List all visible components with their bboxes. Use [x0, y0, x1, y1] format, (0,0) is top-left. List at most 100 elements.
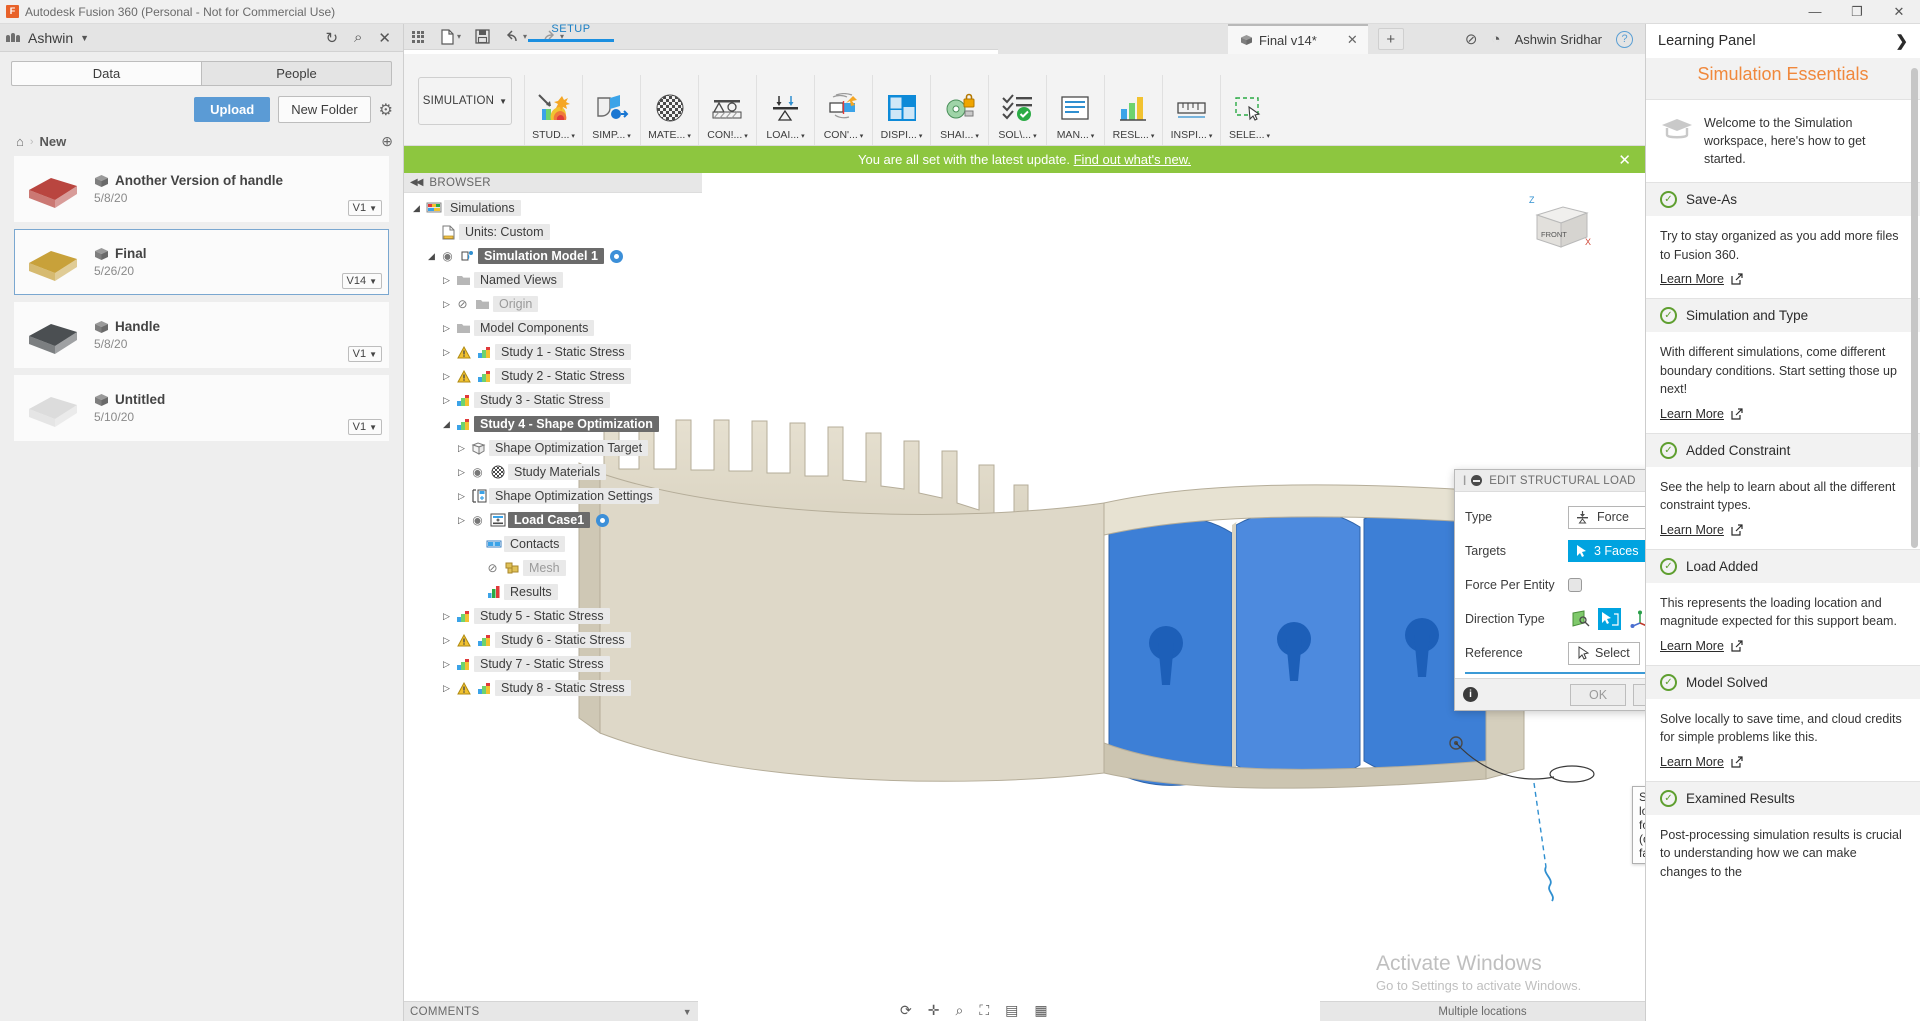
display-settings-icon[interactable]: ▤ [1005, 1002, 1018, 1019]
orbit-icon[interactable]: ⟳ [900, 1002, 912, 1019]
app-grid-icon[interactable] [412, 30, 424, 43]
undo-icon[interactable] [504, 29, 520, 44]
pan-icon[interactable]: ✛ [928, 1002, 940, 1019]
grid-settings-icon[interactable]: ▦ [1034, 1002, 1047, 1019]
collapse-arrow-icon[interactable]: ▷ [455, 467, 468, 478]
tree-item-study-2---static-stress[interactable]: ▷ Study 2 - Static Stress [404, 364, 702, 388]
close-tab-icon[interactable]: ✕ [1347, 32, 1358, 48]
list-item[interactable]: Handle 5/8/20 V1 ▼ [14, 302, 389, 368]
visibility-icon[interactable]: ◉ [468, 513, 487, 527]
chevron-down-icon[interactable]: ▼ [80, 33, 89, 43]
refresh-icon[interactable]: ↻ [325, 29, 338, 47]
collapse-arrow-icon[interactable]: ▷ [455, 515, 468, 526]
workspace-switcher[interactable]: SIMULATION ▼ [418, 77, 512, 125]
ok-button[interactable]: OK [1570, 683, 1627, 706]
visibility-icon[interactable]: ◉ [468, 465, 487, 479]
tree-item-study-3---static-stress[interactable]: ▷ Study 3 - Static Stress [404, 388, 702, 412]
fit-icon[interactable]: ⛶ [979, 1002, 989, 1019]
tree-item-load-case1[interactable]: ▷ ◉ Load Case1 [404, 508, 702, 532]
learn-more-link[interactable]: Learn More [1660, 639, 1743, 653]
history-icon[interactable]: ◔ [1492, 31, 1501, 48]
ribbon-item-loai[interactable]: LOAI... ▾ [756, 75, 814, 145]
ribbon-item-sele[interactable]: SELE... ▾ [1220, 75, 1278, 145]
tree-item-units--custom[interactable]: Units: Custom [404, 220, 702, 244]
visibility-icon[interactable]: ◉ [438, 249, 457, 263]
gear-icon[interactable]: ⚙ [379, 100, 393, 120]
tree-item-origin[interactable]: ▷ ⊘ Origin [404, 292, 702, 316]
close-panel-icon[interactable]: ✕ [378, 29, 391, 47]
maximize-button[interactable]: ❐ [1836, 0, 1878, 24]
expand-arrow-icon[interactable]: ◢ [425, 251, 438, 262]
visibility-off-icon[interactable]: ⊘ [453, 297, 472, 311]
info-icon[interactable]: i [1463, 687, 1478, 702]
learning-section-header-simulation-and-type[interactable]: ✓ Simulation and Type [1646, 298, 1920, 333]
learning-panel-scrollbar[interactable] [1911, 68, 1918, 548]
expand-arrow-icon[interactable]: ◢ [410, 203, 423, 214]
version-badge[interactable]: V1 ▼ [347, 200, 382, 216]
tree-item-model-components[interactable]: ▷ Model Components [404, 316, 702, 340]
learning-section-header-added-constraint[interactable]: ✓ Added Constraint [1646, 432, 1920, 467]
help-icon[interactable]: ? [1616, 30, 1633, 48]
expand-arrow-icon[interactable]: ◢ [440, 419, 453, 430]
close-window-button[interactable]: ✕ [1878, 0, 1920, 24]
zoom-icon[interactable]: ⌕ [955, 1002, 963, 1019]
tree-item-study-8---static-stress[interactable]: ▷ Study 8 - Static Stress [404, 676, 702, 700]
tree-item-study-5---static-stress[interactable]: ▷ Study 5 - Static Stress [404, 604, 702, 628]
learn-more-link[interactable]: Learn More [1660, 407, 1743, 421]
learn-more-link[interactable]: Learn More [1660, 755, 1743, 769]
new-file-caret-icon[interactable]: ▾ [457, 32, 461, 41]
collapse-arrow-icon[interactable]: ▷ [440, 611, 453, 622]
ribbon-item-man[interactable]: MAN... ▾ [1046, 75, 1104, 145]
drag-grip-icon[interactable]: || [1463, 475, 1467, 486]
learning-section-header-load-added[interactable]: ✓ Load Added [1646, 548, 1920, 583]
tree-item-results[interactable]: Results [404, 580, 702, 604]
new-folder-button[interactable]: New Folder [278, 96, 371, 123]
document-tab-final[interactable]: Final v14* ✕ [1228, 24, 1368, 54]
ribbon-item-mate[interactable]: MATE... ▾ [640, 75, 698, 145]
collapse-arrow-icon[interactable]: ▷ [440, 683, 453, 694]
ribbon-item-con[interactable]: CON!... ▾ [698, 75, 756, 145]
tree-item-study-6---static-stress[interactable]: ▷ Study 6 - Static Stress [404, 628, 702, 652]
direction-normal-button[interactable] [1568, 608, 1591, 630]
ribbon-item-con[interactable]: CON'... ▾ [814, 75, 872, 145]
ribbon-item-resl[interactable]: RESL... ▾ [1104, 75, 1162, 145]
collapse-arrow-icon[interactable]: ▷ [440, 275, 453, 286]
comments-caret-icon[interactable]: ▼ [683, 1007, 692, 1017]
upload-button[interactable]: Upload [194, 97, 271, 122]
tree-item-contacts[interactable]: Contacts [404, 532, 702, 556]
direction-angle-button[interactable] [1598, 608, 1621, 630]
collapse-arrow-icon[interactable]: ▷ [440, 347, 453, 358]
tree-item-study-7---static-stress[interactable]: ▷ Study 7 - Static Stress [404, 652, 702, 676]
tree-item-shape-optimization-settings[interactable]: ▷ Shape Optimization Settings [404, 484, 702, 508]
version-badge[interactable]: V14 ▼ [341, 273, 382, 289]
minimize-button[interactable]: — [1794, 0, 1836, 24]
tree-item-study-1---static-stress[interactable]: ▷ Study 1 - Static Stress [404, 340, 702, 364]
version-badge[interactable]: V1 ▼ [347, 419, 382, 435]
targets-chip[interactable]: 3 Faces [1568, 540, 1653, 562]
new-file-icon[interactable] [440, 28, 454, 45]
tree-item-study-4---shape-optimization[interactable]: ◢ Study 4 - Shape Optimization [404, 412, 702, 436]
collapse-dialog-icon[interactable] [1471, 475, 1483, 486]
home-icon[interactable]: ⌂ [16, 134, 24, 149]
tree-item-study-materials[interactable]: ▷ ◉ Study Materials [404, 460, 702, 484]
collapse-arrow-icon[interactable]: ▷ [455, 443, 468, 454]
tab-people[interactable]: People [202, 61, 392, 86]
collapse-learning-panel-icon[interactable]: ❯ [1895, 32, 1908, 50]
reference-select-button[interactable]: Select [1568, 641, 1640, 665]
comments-bar[interactable]: COMMENTS ▼ [404, 1001, 698, 1021]
account-name[interactable]: Ashwin Sridhar [1515, 32, 1602, 47]
new-tab-button[interactable]: + [1377, 28, 1404, 50]
list-item[interactable]: Untitled 5/10/20 V1 ▼ [14, 375, 389, 441]
learning-section-header-save-as[interactable]: ✓ Save-As [1646, 182, 1920, 217]
ribbon-item-sol[interactable]: SOL\... ▾ [988, 75, 1046, 145]
ribbon-item-shai[interactable]: SHAI... ▾ [930, 75, 988, 145]
search-icon[interactable]: ⌕ [354, 29, 362, 47]
ribbon-item-stud[interactable]: STUD... ▾ [524, 75, 582, 145]
banner-link[interactable]: Find out what's new. [1074, 152, 1191, 167]
cad-canvas[interactable]: Z X FRONT ◀◀ BROWSER ◢ Simulations Units: … [404, 173, 1920, 1021]
ribbon-tab-setup[interactable]: SETUP [524, 23, 618, 35]
tree-item-shape-optimization-target[interactable]: ▷ Shape Optimization Target [404, 436, 702, 460]
ribbon-item-simp[interactable]: SIMP... ▾ [582, 75, 640, 145]
comment-icon[interactable]: ⊘ [1465, 30, 1478, 48]
list-item[interactable]: Another Version of handle 5/8/20 V1 ▼ [14, 156, 389, 222]
